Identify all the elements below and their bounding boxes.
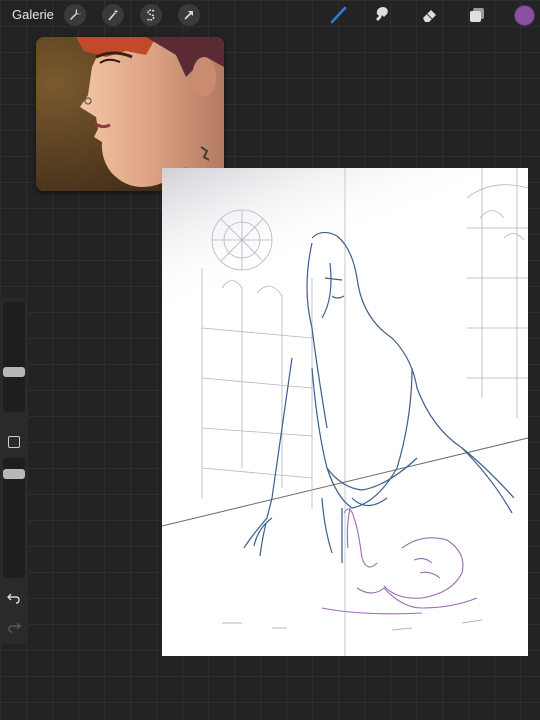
eraser-icon: [423, 10, 436, 22]
color-picker-button[interactable]: [514, 5, 535, 26]
magic-wand-icon: [108, 9, 119, 21]
redo-button[interactable]: [7, 620, 21, 637]
eraser-button[interactable]: [419, 4, 441, 26]
adjustments-button[interactable]: [102, 4, 124, 26]
brush-size-thumb[interactable]: [3, 367, 25, 377]
drawing-canvas[interactable]: [162, 168, 528, 656]
selection-s-icon: [146, 9, 155, 21]
top-toolbar: Galerie: [0, 0, 540, 30]
layers-button[interactable]: [466, 4, 488, 26]
wrench-icon: [70, 9, 81, 20]
layers-icon: [470, 8, 484, 22]
gallery-button[interactable]: Galerie: [12, 7, 54, 22]
arrow-cursor-icon: [184, 11, 193, 20]
smudge-button[interactable]: [372, 4, 394, 26]
selection-button[interactable]: [140, 4, 162, 26]
brush-icon: [330, 6, 347, 24]
undo-arrow-icon: [7, 593, 20, 604]
redo-arrow-icon: [8, 622, 21, 633]
actions-button[interactable]: [64, 4, 86, 26]
undo-button[interactable]: [7, 591, 21, 608]
brush-button[interactable]: [327, 4, 349, 26]
smudge-icon: [376, 7, 388, 21]
transform-button[interactable]: [178, 4, 200, 26]
modify-button[interactable]: [8, 436, 20, 448]
sketch-artwork: [162, 168, 528, 656]
brush-size-slider[interactable]: [3, 302, 25, 412]
opacity-thumb[interactable]: [3, 469, 25, 479]
